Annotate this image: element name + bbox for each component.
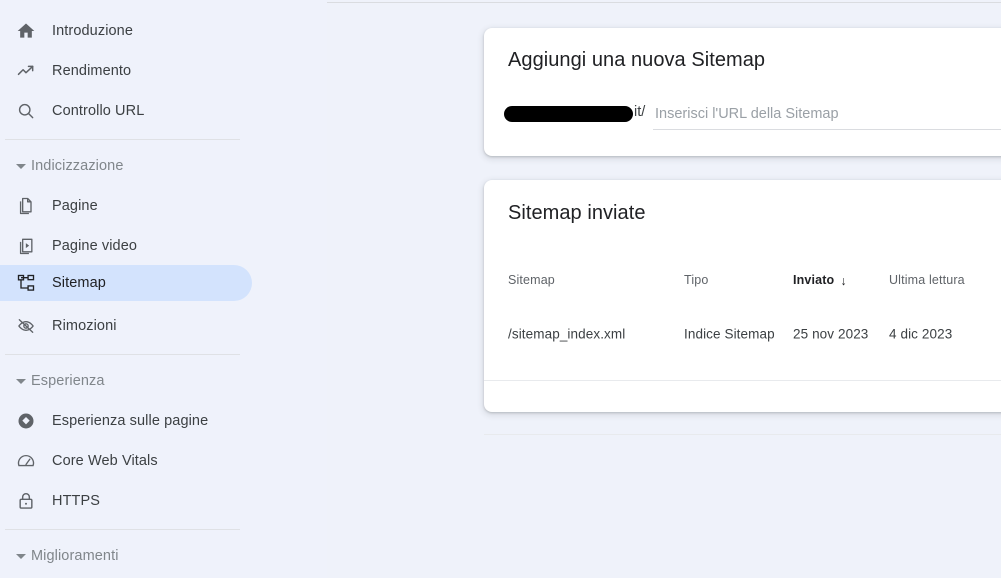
add-sitemap-card: Aggiungi una nuova Sitemap it/: [484, 28, 1001, 156]
sidebar-item-label: Sitemap: [52, 275, 106, 291]
add-sitemap-title: Aggiungi una nuova Sitemap: [508, 49, 766, 71]
submitted-sitemaps-title: Sitemap inviate: [508, 202, 646, 224]
sidebar: Introduzione Rendimento Controllo URL In…: [0, 0, 327, 578]
trending-up-icon: [16, 61, 36, 81]
eye-off-icon: [16, 316, 36, 336]
sidebar-item-label: Pagine video: [52, 238, 138, 254]
sidebar-item-label: Esperienza sulle pagine: [52, 413, 209, 429]
sidebar-section-label: Esperienza: [31, 373, 105, 389]
sidebar-item-introduzione[interactable]: Introduzione: [0, 13, 252, 49]
sort-descending-icon: ↓: [840, 274, 847, 288]
domain-tld-suffix: it/: [634, 104, 646, 120]
account-tree-icon: [16, 273, 36, 293]
sidebar-item-pagine-video[interactable]: Pagine video: [0, 228, 252, 264]
column-header-sitemap[interactable]: Sitemap: [508, 273, 555, 287]
cell-sitemap[interactable]: /sitemap_index.xml: [508, 327, 625, 342]
submitted-sitemaps-card: Sitemap inviate Sitemap Tipo Inviato ↓ Ul…: [484, 180, 1001, 435]
video-page-icon: [16, 236, 36, 256]
cell-ultima-lettura: 4 dic 2023: [889, 326, 953, 342]
search-icon: [16, 101, 36, 121]
sidebar-divider: [5, 354, 240, 355]
sidebar-item-label: Controllo URL: [52, 103, 145, 119]
cell-inviato: 25 nov 2023: [793, 326, 869, 342]
pages-copy-icon: [16, 196, 36, 216]
speedometer-icon: [16, 451, 36, 471]
table-header-separator: [484, 380, 1001, 381]
sitemap-url-input[interactable]: [653, 100, 1001, 127]
column-header-ultima-lettura[interactable]: Ultima lettura: [889, 273, 965, 287]
sidebar-item-core-web-vitals[interactable]: Core Web Vitals: [0, 443, 252, 479]
table-row[interactable]: /sitemap_index.xml Indice Sitemap 25 nov…: [484, 310, 1001, 358]
sidebar-item-pagine[interactable]: Pagine: [0, 188, 252, 224]
home-icon: [16, 21, 36, 41]
sidebar-item-rimozioni[interactable]: Rimozioni: [0, 308, 252, 344]
sidebar-item-label: Pagine: [52, 198, 98, 214]
sidebar-item-label: HTTPS: [52, 493, 101, 509]
table-row-separator: [484, 434, 1001, 435]
sidebar-divider: [5, 529, 240, 530]
sidebar-item-esperienza-sulle-pagine[interactable]: Esperienza sulle pagine: [0, 403, 252, 439]
page-experience-icon: [16, 411, 36, 431]
sitemap-url-input-wrapper: [653, 100, 1001, 132]
main-content: Aggiungi una nuova Sitemap it/ Sitemap i…: [327, 0, 1001, 578]
sitemap-url-row: it/: [504, 100, 1001, 134]
sidebar-divider: [5, 139, 240, 140]
redacted-domain-bar: [504, 106, 633, 122]
sidebar-section-label: Indicizzazione: [31, 158, 124, 174]
sidebar-item-label: Core Web Vitals: [52, 453, 158, 469]
sidebar-section-label: Miglioramenti: [31, 548, 119, 564]
content-top-divider: [327, 2, 1001, 3]
sidebar-item-label: Introduzione: [52, 23, 134, 39]
cell-tipo: Indice Sitemap: [684, 326, 775, 342]
sidebar-item-https[interactable]: HTTPS: [0, 483, 252, 519]
sidebar-item-label: Rendimento: [52, 63, 132, 79]
chevron-down-icon: [16, 378, 26, 384]
chevron-down-icon: [16, 553, 26, 559]
column-header-tipo[interactable]: Tipo: [684, 273, 708, 287]
chevron-down-icon: [16, 163, 26, 169]
lock-icon: [16, 491, 36, 511]
sidebar-item-controllo-url[interactable]: Controllo URL: [0, 93, 252, 129]
sitemaps-table: Sitemap Tipo Inviato ↓ Ultima lettura /si…: [484, 256, 1001, 435]
column-header-inviato[interactable]: Inviato ↓: [793, 273, 847, 288]
table-header-row: Sitemap Tipo Inviato ↓ Ultima lettura: [484, 256, 1001, 304]
column-header-inviato-label: Inviato: [793, 273, 835, 287]
sidebar-item-label: Rimozioni: [52, 318, 117, 334]
sidebar-item-sitemap[interactable]: Sitemap: [0, 265, 252, 301]
sidebar-item-rendimento[interactable]: Rendimento: [0, 53, 252, 89]
input-underline: [653, 129, 1001, 130]
